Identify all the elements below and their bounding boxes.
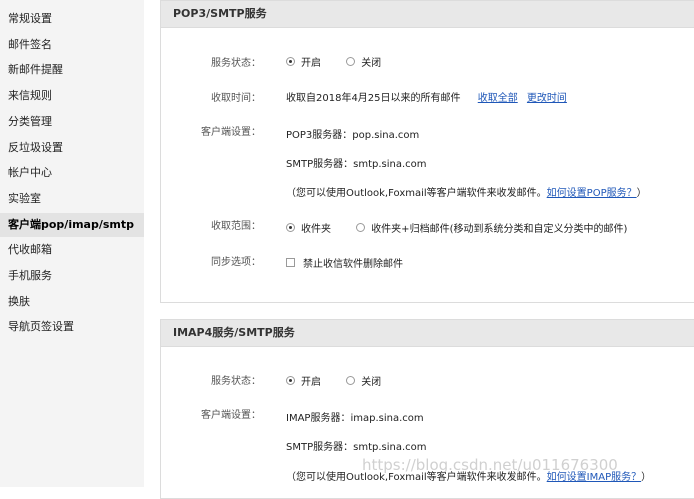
radio-unselected-icon (346, 57, 356, 66)
sidebar-item[interactable]: 邮件签名 (0, 33, 144, 57)
imap-status-options: 开启 关闭 (286, 373, 403, 388)
imap-status-label: 服务状态： (211, 376, 261, 387)
range-inbox-radio[interactable]: 收件夹 (286, 220, 331, 235)
pop3-status-label: 服务状态： (211, 58, 261, 69)
sidebar-item[interactable]: 导航页签设置 (0, 315, 144, 339)
pop3-status-on-radio[interactable]: 开启 (286, 54, 321, 69)
range-inbox-archive-radio[interactable]: 收件夹+归档邮件(移动到系统分类和自定义分类中的邮件) (356, 220, 627, 235)
imap-panel-title: IMAP4服务/SMTP服务 (161, 320, 694, 347)
pop3-status-off-radio[interactable]: 关闭 (346, 54, 381, 69)
checkbox-unchecked-icon (286, 258, 295, 267)
sidebar-item[interactable]: 常规设置 (0, 7, 144, 31)
pop3-client-label: 客户端设置： (201, 127, 261, 138)
sidebar-item[interactable]: 帐户中心 (0, 161, 144, 185)
imap-hint-text: （您可以使用Outlook,Foxmail等客户端软件来收发邮件。 (286, 472, 547, 483)
radio-selected-icon (286, 376, 295, 385)
settings-sidebar: 常规设置 邮件签名 新邮件提醒 来信规则 分类管理 反垃圾设置 帐户中心 实验室 客户端pop/… (0, 0, 144, 487)
sidebar-item[interactable]: 客户端pop/imap/smtp (0, 212, 144, 237)
pop3-range-label: 收取范围： (211, 221, 261, 232)
imap-smtp-panel: IMAP4服务/SMTP服务 服务状态： 开启 关闭 客户端设置： IMAP服务… (160, 319, 694, 499)
sidebar-item[interactable]: 新邮件提醒 (0, 58, 144, 82)
sidebar-item[interactable]: 手机服务 (0, 264, 144, 288)
imap-client-label: 客户端设置： (201, 410, 261, 421)
radio-selected-icon (286, 223, 295, 232)
sidebar-item[interactable]: 代收邮箱 (0, 238, 144, 262)
sidebar-item[interactable]: 换肤 (0, 290, 144, 314)
sidebar-item[interactable]: 来信规则 (0, 84, 144, 108)
radio-unselected-icon (346, 376, 356, 385)
pop3-hint-suffix: ） (636, 188, 647, 199)
imap-server-text: IMAP服务器：imap.sina.com (286, 413, 424, 424)
how-to-setup-imap-link[interactable]: 如何设置IMAP服务？ (547, 472, 641, 483)
pop3-server-text: POP3服务器：pop.sina.com (286, 130, 420, 141)
pop3-status-options: 开启 关闭 (286, 54, 403, 69)
imap-status-on-radio[interactable]: 开启 (286, 373, 321, 388)
pop3-panel-title: POP3/SMTP服务 (161, 1, 694, 28)
radio-selected-icon (286, 57, 295, 66)
sidebar-item[interactable]: 反垃圾设置 (0, 136, 144, 160)
sidebar-item[interactable]: 分类管理 (0, 110, 144, 134)
pop3-smtp-server-text: SMTP服务器：smtp.sina.com (286, 159, 427, 170)
pop3-time-value: 收取自2018年4月25日以来的所有邮件 (286, 93, 461, 104)
pop3-range-options: 收件夹 收件夹+归档邮件(移动到系统分类和自定义分类中的邮件) (286, 220, 649, 235)
prevent-delete-checkbox[interactable]: 禁止收信软件删除邮件 (286, 255, 403, 270)
pop3-smtp-panel: POP3/SMTP服务 服务状态： 开启 关闭 收取时间： 收取自2018年4月… (160, 0, 694, 303)
how-to-setup-pop-link[interactable]: 如何设置POP服务？ (547, 188, 637, 199)
fetch-all-link[interactable]: 收取全部 (478, 93, 518, 104)
change-time-link[interactable]: 更改时间 (527, 93, 567, 104)
imap-status-off-radio[interactable]: 关闭 (346, 373, 381, 388)
sidebar-item[interactable]: 实验室 (0, 187, 144, 211)
imap-hint-suffix: ） (641, 472, 652, 483)
radio-unselected-icon (356, 223, 366, 232)
pop3-hint-text: （您可以使用Outlook,Foxmail等客户端软件来收发邮件。 (286, 188, 547, 199)
imap-smtp-server-text: SMTP服务器：smtp.sina.com (286, 442, 427, 453)
pop3-time-label: 收取时间： (211, 93, 261, 104)
pop3-sync-label: 同步选项： (211, 257, 261, 268)
